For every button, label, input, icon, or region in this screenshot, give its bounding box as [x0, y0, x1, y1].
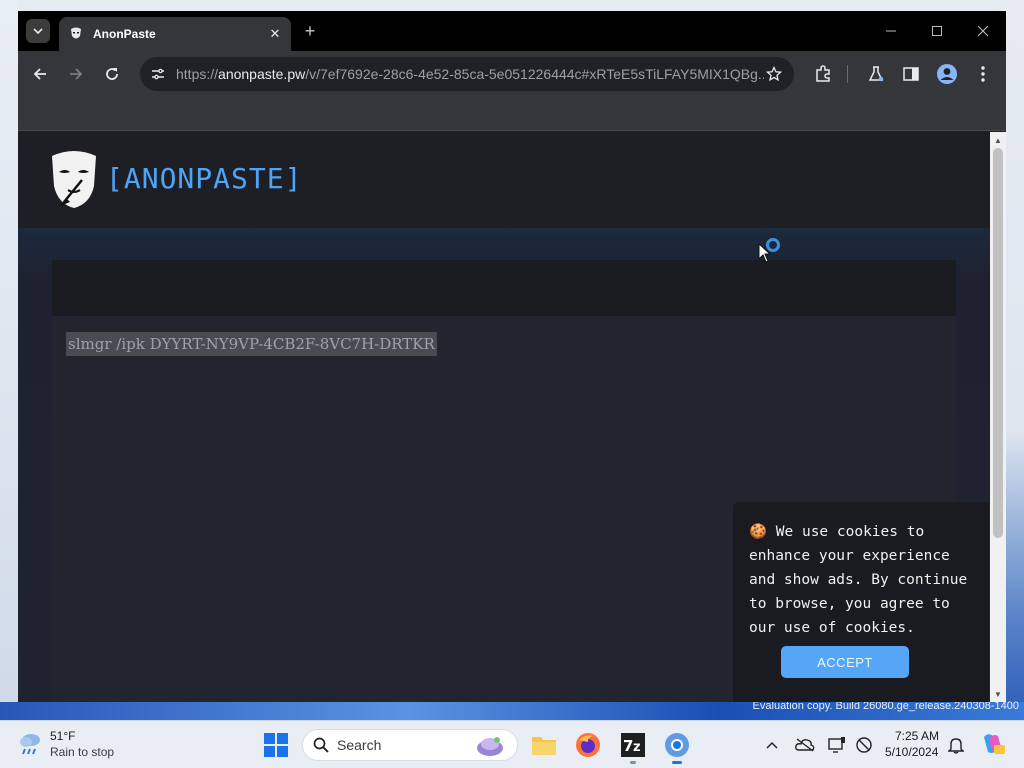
kebab-menu-icon — [981, 66, 985, 82]
back-button[interactable] — [27, 61, 53, 87]
desktop-wallpaper-left — [0, 0, 18, 718]
clock-date[interactable]: 5/10/2024 — [885, 745, 938, 759]
copilot-icon[interactable] — [980, 731, 1006, 757]
taskbar-zip-app[interactable]: 7z — [619, 731, 647, 759]
minimize-button[interactable] — [876, 19, 906, 43]
search-highlight-icon — [477, 737, 503, 756]
clock-time[interactable]: 7:25 AM — [895, 729, 939, 743]
chevron-down-icon — [33, 28, 43, 35]
scrollbar-thumb[interactable] — [993, 148, 1003, 538]
avatar-icon — [937, 64, 957, 84]
taskbar-running-indicator — [630, 761, 636, 764]
reload-button[interactable] — [99, 61, 125, 87]
taskbar-firefox[interactable] — [574, 731, 602, 759]
side-panel-icon — [903, 67, 919, 81]
tray-display-icon[interactable] — [827, 735, 847, 755]
url-path: /v/7ef7692e-28c6-4e52-85ca-5e051226444c#… — [305, 66, 764, 82]
desktop-wallpaper-top — [0, 0, 1024, 11]
scroll-down-arrow-icon[interactable]: ▼ — [990, 688, 1006, 700]
close-window-button[interactable] — [968, 19, 998, 43]
flask-icon — [868, 66, 884, 82]
desktop-wallpaper-right — [1006, 0, 1024, 718]
browser-toolbar: https://anonpaste.pw/v/7ef7692e-28c6-4e5… — [18, 51, 1006, 97]
tray-cloud-offline-icon[interactable] — [795, 735, 815, 755]
accept-cookies-button[interactable]: ACCEPT — [781, 646, 909, 678]
arrow-right-icon — [70, 68, 83, 80]
url-text: https://anonpaste.pw/v/7ef7692e-28c6-4e5… — [176, 66, 764, 82]
anonpaste-favicon-icon — [69, 27, 83, 41]
windows-start-icon[interactable] — [264, 733, 288, 757]
firefox-icon — [576, 733, 600, 757]
taskbar-search-box[interactable]: Search — [302, 729, 518, 761]
windows-taskbar: 51°F Rain to stop Search 7z 7:25 AM 5/10… — [0, 720, 1024, 768]
address-bar[interactable]: https://anonpaste.pw/v/7ef7692e-28c6-4e5… — [140, 57, 794, 91]
web-page: [ANONPASTE] slmgr /ipk DYYRT-NY9VP-4CB2F… — [18, 132, 990, 702]
paste-text-selected[interactable]: slmgr /ipk DYYRT-NY9VP-4CB2F-8VC7H-DRTKR — [66, 332, 437, 356]
site-info-icon[interactable] — [150, 66, 166, 82]
scroll-up-arrow-icon[interactable]: ▲ — [990, 134, 1006, 146]
forward-button[interactable] — [63, 61, 89, 87]
cookie-message: 🍪 We use cookies to enhance your experie… — [749, 524, 968, 636]
search-icon — [313, 737, 329, 753]
taskbar-chrome[interactable] — [663, 731, 691, 759]
new-tab-button[interactable]: + — [300, 21, 320, 41]
mouse-cursor-icon — [758, 243, 772, 263]
tab-search-button[interactable] — [26, 19, 50, 43]
7zip-icon: 7z — [621, 733, 645, 757]
browser-menu-button[interactable] — [972, 63, 994, 85]
profile-button[interactable] — [936, 63, 958, 85]
tab-title: AnonPaste — [93, 27, 156, 41]
maximize-button[interactable] — [922, 19, 952, 43]
minimize-icon — [886, 30, 896, 32]
arrow-left-icon — [33, 68, 46, 80]
taskbar-file-explorer[interactable] — [530, 731, 558, 759]
tray-network-icon[interactable] — [854, 735, 874, 755]
weather-rain-icon[interactable] — [16, 729, 44, 757]
weather-temperature: 51°F — [50, 729, 76, 743]
cookie-consent-banner: 🍪 We use cookies to enhance your experie… — [733, 502, 989, 702]
reload-icon — [106, 68, 118, 80]
svg-text:z: z — [633, 740, 641, 755]
tab-strip: AnonPaste ✕ + — [18, 11, 1006, 51]
maximize-icon — [932, 26, 942, 36]
extensions-button[interactable] — [812, 63, 834, 85]
side-panel-button[interactable] — [900, 63, 922, 85]
anonpaste-logo-icon[interactable] — [50, 150, 98, 210]
labs-button[interactable] — [865, 63, 887, 85]
search-box-label: Search — [337, 737, 382, 753]
site-brand-title[interactable]: [ANONPASTE] — [106, 162, 302, 195]
tab-anonpaste[interactable]: AnonPaste ✕ — [59, 17, 291, 51]
toolbar-separator — [847, 65, 848, 83]
svg-text:7: 7 — [623, 737, 633, 755]
folder-icon — [532, 737, 556, 755]
chrome-icon — [665, 733, 689, 757]
paste-header-bar — [52, 260, 956, 316]
url-prefix: https:// — [176, 66, 219, 82]
page-scrollbar[interactable]: ▲ ▼ — [990, 132, 1006, 702]
browser-window: AnonPaste ✕ + https://anonpaste.pw/v/7ef… — [18, 11, 1006, 702]
weather-description: Rain to stop — [50, 745, 115, 759]
puzzle-icon — [816, 65, 830, 82]
bookmark-star-icon[interactable] — [764, 64, 784, 84]
url-host: anonpaste.pw — [218, 66, 306, 82]
close-icon — [977, 25, 989, 37]
tab-close-icon[interactable]: ✕ — [267, 26, 283, 42]
bookmark-bar — [18, 97, 1006, 131]
site-header: [ANONPASTE] — [18, 132, 990, 228]
notification-bell-icon[interactable] — [946, 735, 966, 755]
tray-overflow-chevron-icon[interactable] — [762, 735, 782, 755]
taskbar-active-indicator — [672, 761, 682, 764]
